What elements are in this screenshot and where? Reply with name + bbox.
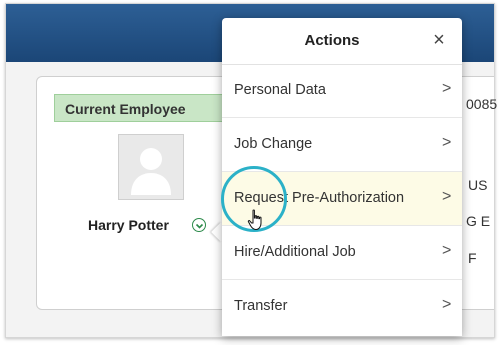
menu-item-job-change[interactable]: Job Change > xyxy=(222,118,462,172)
menu-item-transfer[interactable]: Transfer > xyxy=(222,280,462,334)
actions-menu: Actions × Personal Data > Job Change > R… xyxy=(222,18,462,336)
background-value-2: US xyxy=(468,177,488,193)
chevron-right-icon: > xyxy=(442,80,452,97)
menu-item-hire-additional-job[interactable]: Hire/Additional Job > xyxy=(222,226,462,280)
chevron-right-icon: > xyxy=(442,188,452,205)
employee-name[interactable]: Harry Potter xyxy=(88,217,169,233)
menu-item-label: Transfer xyxy=(234,298,288,314)
menu-item-label: Personal Data xyxy=(234,82,326,98)
menu-item-label: Request Pre-Authorization xyxy=(234,190,405,206)
close-icon[interactable]: × xyxy=(429,30,449,50)
menu-item-label: Job Change xyxy=(234,136,313,152)
background-value-3: G E xyxy=(466,213,491,229)
chevron-right-icon: > xyxy=(442,296,452,313)
chevron-down-circle-icon xyxy=(195,223,204,229)
related-actions-icon[interactable] xyxy=(192,218,206,232)
chevron-right-icon: > xyxy=(442,134,452,151)
person-silhouette-icon xyxy=(131,148,171,195)
employee-avatar xyxy=(118,134,184,200)
background-value-1: 0085 xyxy=(466,96,498,112)
menu-item-request-pre-authorization[interactable]: Request Pre-Authorization > xyxy=(222,172,462,226)
background-value-4: F xyxy=(468,250,477,266)
actions-menu-header: Actions × xyxy=(222,18,462,65)
actions-menu-title: Actions xyxy=(304,32,360,49)
chevron-right-icon: > xyxy=(442,242,452,259)
current-employee-badge: Current Employee xyxy=(54,94,224,122)
menu-item-label: Hire/Additional Job xyxy=(234,244,356,260)
menu-item-personal-data[interactable]: Personal Data > xyxy=(222,64,462,118)
